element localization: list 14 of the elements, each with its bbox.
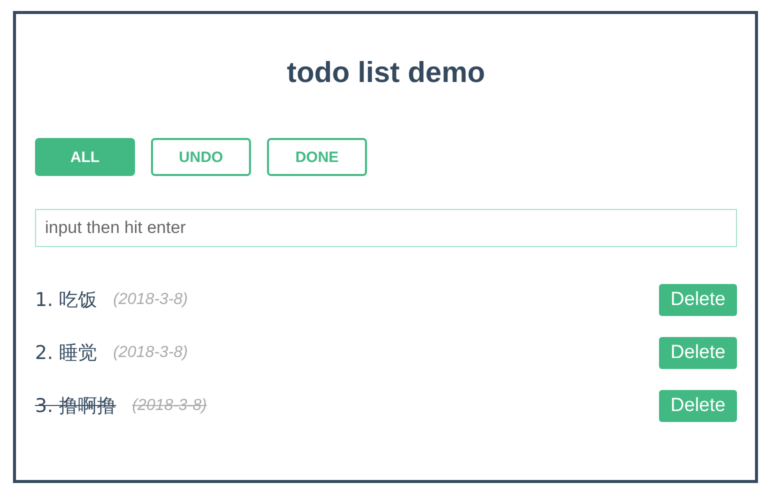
delete-button[interactable]: Delete	[659, 390, 737, 422]
page-title: todo list demo	[286, 56, 486, 91]
todo-text: 2. 睡觉	[35, 341, 98, 366]
input-field[interactable]: input then hit enter	[35, 209, 737, 247]
todo-text: 1. 吃饭	[35, 288, 98, 313]
filter-tab[interactable]: ALL	[35, 138, 135, 176]
todo-date: (2018-3-8)	[113, 291, 188, 309]
delete-button[interactable]: Delete	[659, 337, 737, 369]
filter-tab[interactable]: UNDO	[151, 138, 251, 176]
delete-button[interactable]: Delete	[659, 284, 737, 316]
todo-date: (2018-3-8)	[113, 344, 188, 362]
filter-tab[interactable]: DONE	[267, 138, 367, 176]
todo-date: (2018-3-8)	[132, 397, 207, 415]
todo-text: 3. 撸啊撸	[35, 394, 116, 419]
